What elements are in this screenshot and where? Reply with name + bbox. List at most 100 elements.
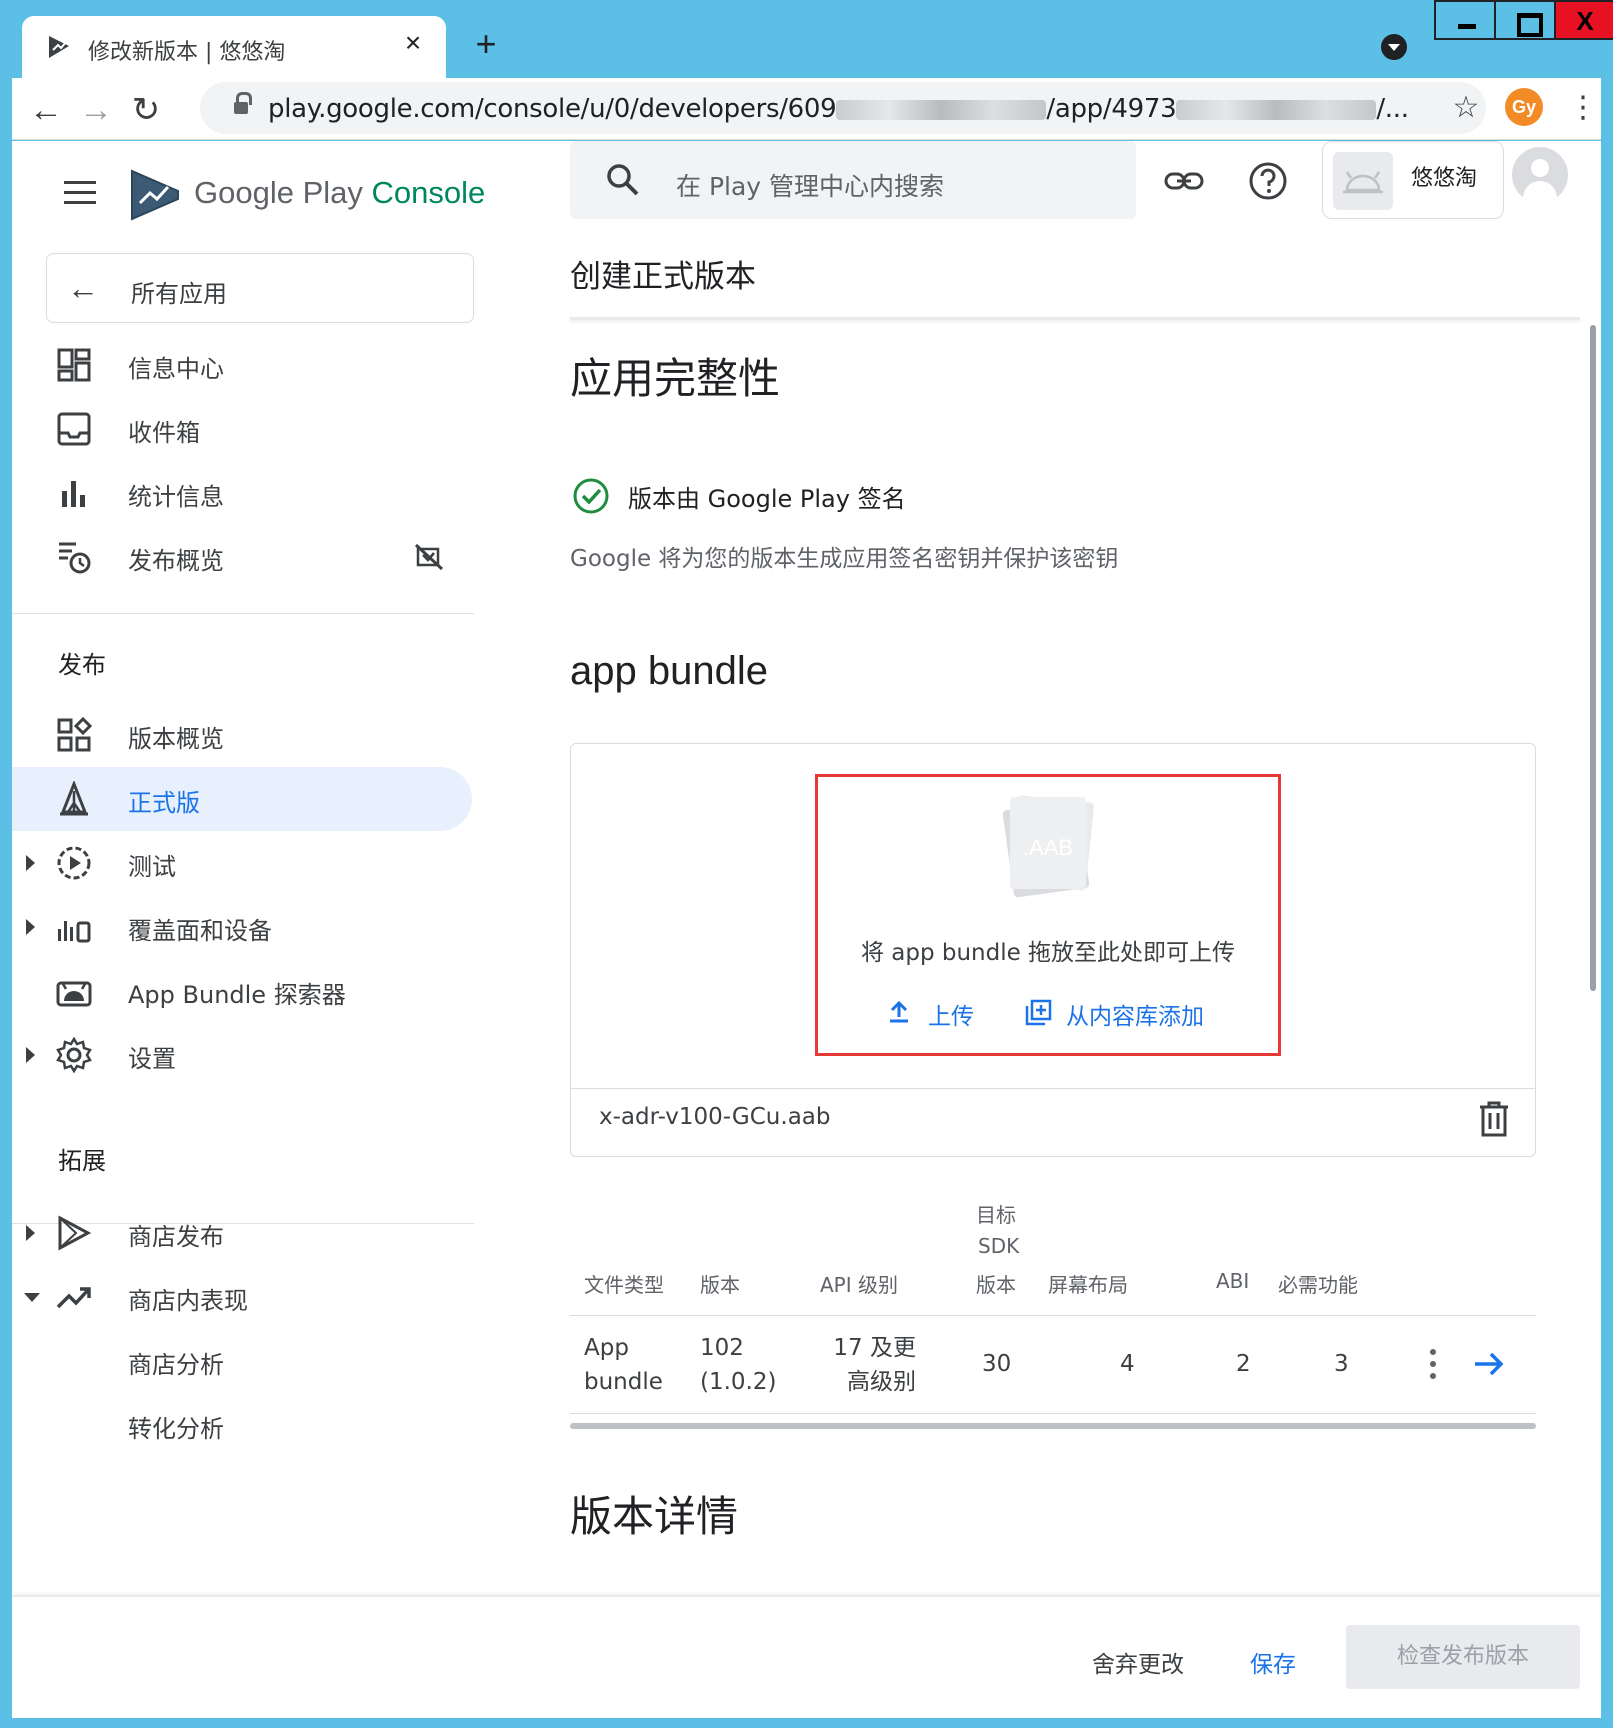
all-apps-button[interactable]: ← 所有应用 xyxy=(46,253,474,323)
console-search-bar[interactable]: 在 Play 管理中心内搜索 xyxy=(570,141,1136,219)
cell-target-sdk: 30 xyxy=(982,1351,1012,1377)
new-tab-button[interactable]: + xyxy=(468,26,504,62)
collapse-caret-icon[interactable] xyxy=(24,1293,40,1302)
row-more-icon[interactable] xyxy=(1428,1347,1438,1381)
check-circle-icon xyxy=(573,478,609,514)
back-arrow-icon: ← xyxy=(67,270,99,306)
bar-chart-icon xyxy=(62,481,85,507)
link-icon[interactable] xyxy=(1162,159,1206,203)
sidebar-item-store-presence[interactable]: 商店发布 xyxy=(12,1201,474,1265)
upload-label: 上传 xyxy=(928,1004,974,1030)
trash-icon[interactable] xyxy=(1477,1100,1511,1138)
brand-name: Google Play Console xyxy=(194,175,485,211)
gear-icon xyxy=(56,1037,92,1073)
window-close-button[interactable]: X xyxy=(1554,0,1613,40)
sidebar-divider xyxy=(12,613,474,614)
sidebar-item-reach-devices[interactable]: 覆盖面和设备 xyxy=(12,895,474,959)
expand-caret-icon[interactable] xyxy=(26,855,35,871)
sidebar-item-app-bundle-explorer[interactable]: App Bundle 探索器 xyxy=(12,959,474,1023)
brand-main: Google Play xyxy=(194,175,363,210)
library-add-icon xyxy=(1025,999,1052,1026)
horizontal-scrollbar[interactable] xyxy=(570,1423,1536,1429)
sidebar-item-dashboard[interactable]: 信息中心 xyxy=(12,333,474,397)
cell-required-features: 3 xyxy=(1334,1351,1349,1377)
app-switcher[interactable]: 悠悠淘 xyxy=(1322,141,1504,219)
brand-accent: Console xyxy=(371,175,486,210)
sidebar-item-conversion-analysis[interactable]: 转化分析 xyxy=(12,1393,474,1457)
search-placeholder: 在 Play 管理中心内搜索 xyxy=(676,172,945,201)
account-app-name: 悠悠淘 xyxy=(1411,166,1478,191)
section-header-release: 发布 xyxy=(58,651,106,679)
managed-publishing-off-icon xyxy=(414,543,444,571)
col-header-file-type: 文件类型 xyxy=(584,1273,664,1297)
url-suffix: /... xyxy=(1376,94,1409,124)
uploaded-file-name: x-adr-v100-GCu.aab xyxy=(599,1104,831,1130)
sidebar-item-label: 转化分析 xyxy=(128,1415,224,1443)
sidebar-item-inbox[interactable]: 收件箱 xyxy=(12,397,474,461)
section-header-grow: 拓展 xyxy=(58,1147,106,1175)
vertical-scrollbar[interactable] xyxy=(1590,325,1596,991)
cell-text: App xyxy=(584,1335,629,1361)
app-icon xyxy=(1333,152,1393,210)
save-button[interactable]: 保存 xyxy=(1250,1645,1296,1679)
reload-icon[interactable]: ↻ xyxy=(126,90,166,130)
drop-zone[interactable]: .AAB 将 app bundle 拖放至此处即可上传 上传 从内容库添加 xyxy=(815,774,1281,1056)
arrow-forward-icon[interactable] xyxy=(1472,1349,1506,1379)
url-text: play.google.com/console/u/0/developers/6… xyxy=(268,94,1409,124)
sidebar-item-label: 商店分析 xyxy=(128,1351,224,1379)
expand-caret-icon[interactable] xyxy=(26,919,35,935)
col-header-required-features: 必需功能 xyxy=(1278,1273,1358,1297)
browser-profile-avatar[interactable]: Gy xyxy=(1505,88,1543,126)
cell-screen-layout: 4 xyxy=(1120,1351,1135,1377)
trending-up-icon xyxy=(56,1287,91,1309)
library-label: 从内容库添加 xyxy=(1066,1004,1204,1030)
col-header-target-sdk: SDK xyxy=(978,1234,1020,1258)
cell-file-type: App bundle xyxy=(584,1331,663,1399)
discard-changes-button[interactable]: 舍弃更改 xyxy=(1092,1645,1184,1679)
hamburger-menu-icon[interactable] xyxy=(64,181,96,205)
browser-toolbar: ← → ↻ play.google.com/console/u/0/develo… xyxy=(12,78,1601,140)
sidebar-item-statistics[interactable]: 统计信息 xyxy=(12,461,474,525)
browser-profile-menu-icon[interactable] xyxy=(1381,34,1407,60)
android-placeholder-icon xyxy=(1343,171,1383,194)
review-release-button[interactable]: 检查发布版本 xyxy=(1346,1625,1580,1689)
sidebar-item-releases-overview[interactable]: 版本概览 xyxy=(12,703,474,767)
expand-caret-icon[interactable] xyxy=(26,1225,35,1241)
browser-tab[interactable]: 修改新版本 | 悠悠淘 × xyxy=(22,16,446,78)
sidebar-item-label: 统计信息 xyxy=(128,483,224,511)
dashboard-icon xyxy=(57,348,91,382)
sidebar-item-label: 发布概览 xyxy=(128,547,224,575)
sidebar-item-store-performance[interactable]: 商店内表现 xyxy=(12,1265,474,1329)
signing-description: Google 将为您的版本生成应用签名密钥并保护该密钥 xyxy=(570,546,1119,572)
sidebar-item-label: 版本概览 xyxy=(128,725,224,753)
play-console-app: Google Play Console ← 所有应用 信息中心 收件箱 统计信息… xyxy=(12,141,1601,1718)
sidebar-item-publishing-overview[interactable]: 发布概览 xyxy=(12,525,474,589)
user-avatar[interactable] xyxy=(1512,147,1568,203)
all-apps-label: 所有应用 xyxy=(131,280,227,308)
sidebar-item-label: 信息中心 xyxy=(128,355,224,383)
sidebar-item-label: App Bundle 探索器 xyxy=(128,981,346,1009)
back-arrow-icon[interactable]: ← xyxy=(26,90,66,130)
window-maximize-button[interactable] xyxy=(1494,0,1556,40)
url-prefix: play.google.com/console/u/0/developers/6… xyxy=(268,94,837,124)
production-icon xyxy=(60,781,88,816)
window-minimize-button[interactable] xyxy=(1434,0,1496,40)
sidebar-item-testing[interactable]: 测试 xyxy=(12,831,474,895)
address-bar[interactable]: play.google.com/console/u/0/developers/6… xyxy=(200,82,1486,134)
sidebar-item-production[interactable]: 正式版 xyxy=(12,767,472,831)
add-from-library-button[interactable]: 从内容库添加 xyxy=(1024,995,1214,1031)
upload-button[interactable]: 上传 xyxy=(886,995,982,1031)
help-icon[interactable] xyxy=(1246,159,1290,203)
col-header-target-sdk: 目标 xyxy=(976,1203,1016,1227)
table-row-divider xyxy=(570,1413,1536,1414)
tab-close-icon[interactable]: × xyxy=(398,28,428,58)
window-close-icon: X xyxy=(1576,6,1594,36)
sidebar-item-settings[interactable]: 设置 xyxy=(12,1023,474,1087)
expand-caret-icon[interactable] xyxy=(26,1047,35,1063)
browser-menu-icon[interactable]: ⋮ xyxy=(1568,88,1598,128)
play-console-favicon-icon xyxy=(49,36,69,58)
sidebar-item-store-analysis[interactable]: 商店分析 xyxy=(12,1329,474,1393)
drop-zone-text: 将 app bundle 拖放至此处即可上传 xyxy=(860,940,1236,966)
forward-arrow-icon[interactable]: → xyxy=(76,90,116,130)
bookmark-star-icon[interactable]: ☆ xyxy=(1446,88,1486,128)
